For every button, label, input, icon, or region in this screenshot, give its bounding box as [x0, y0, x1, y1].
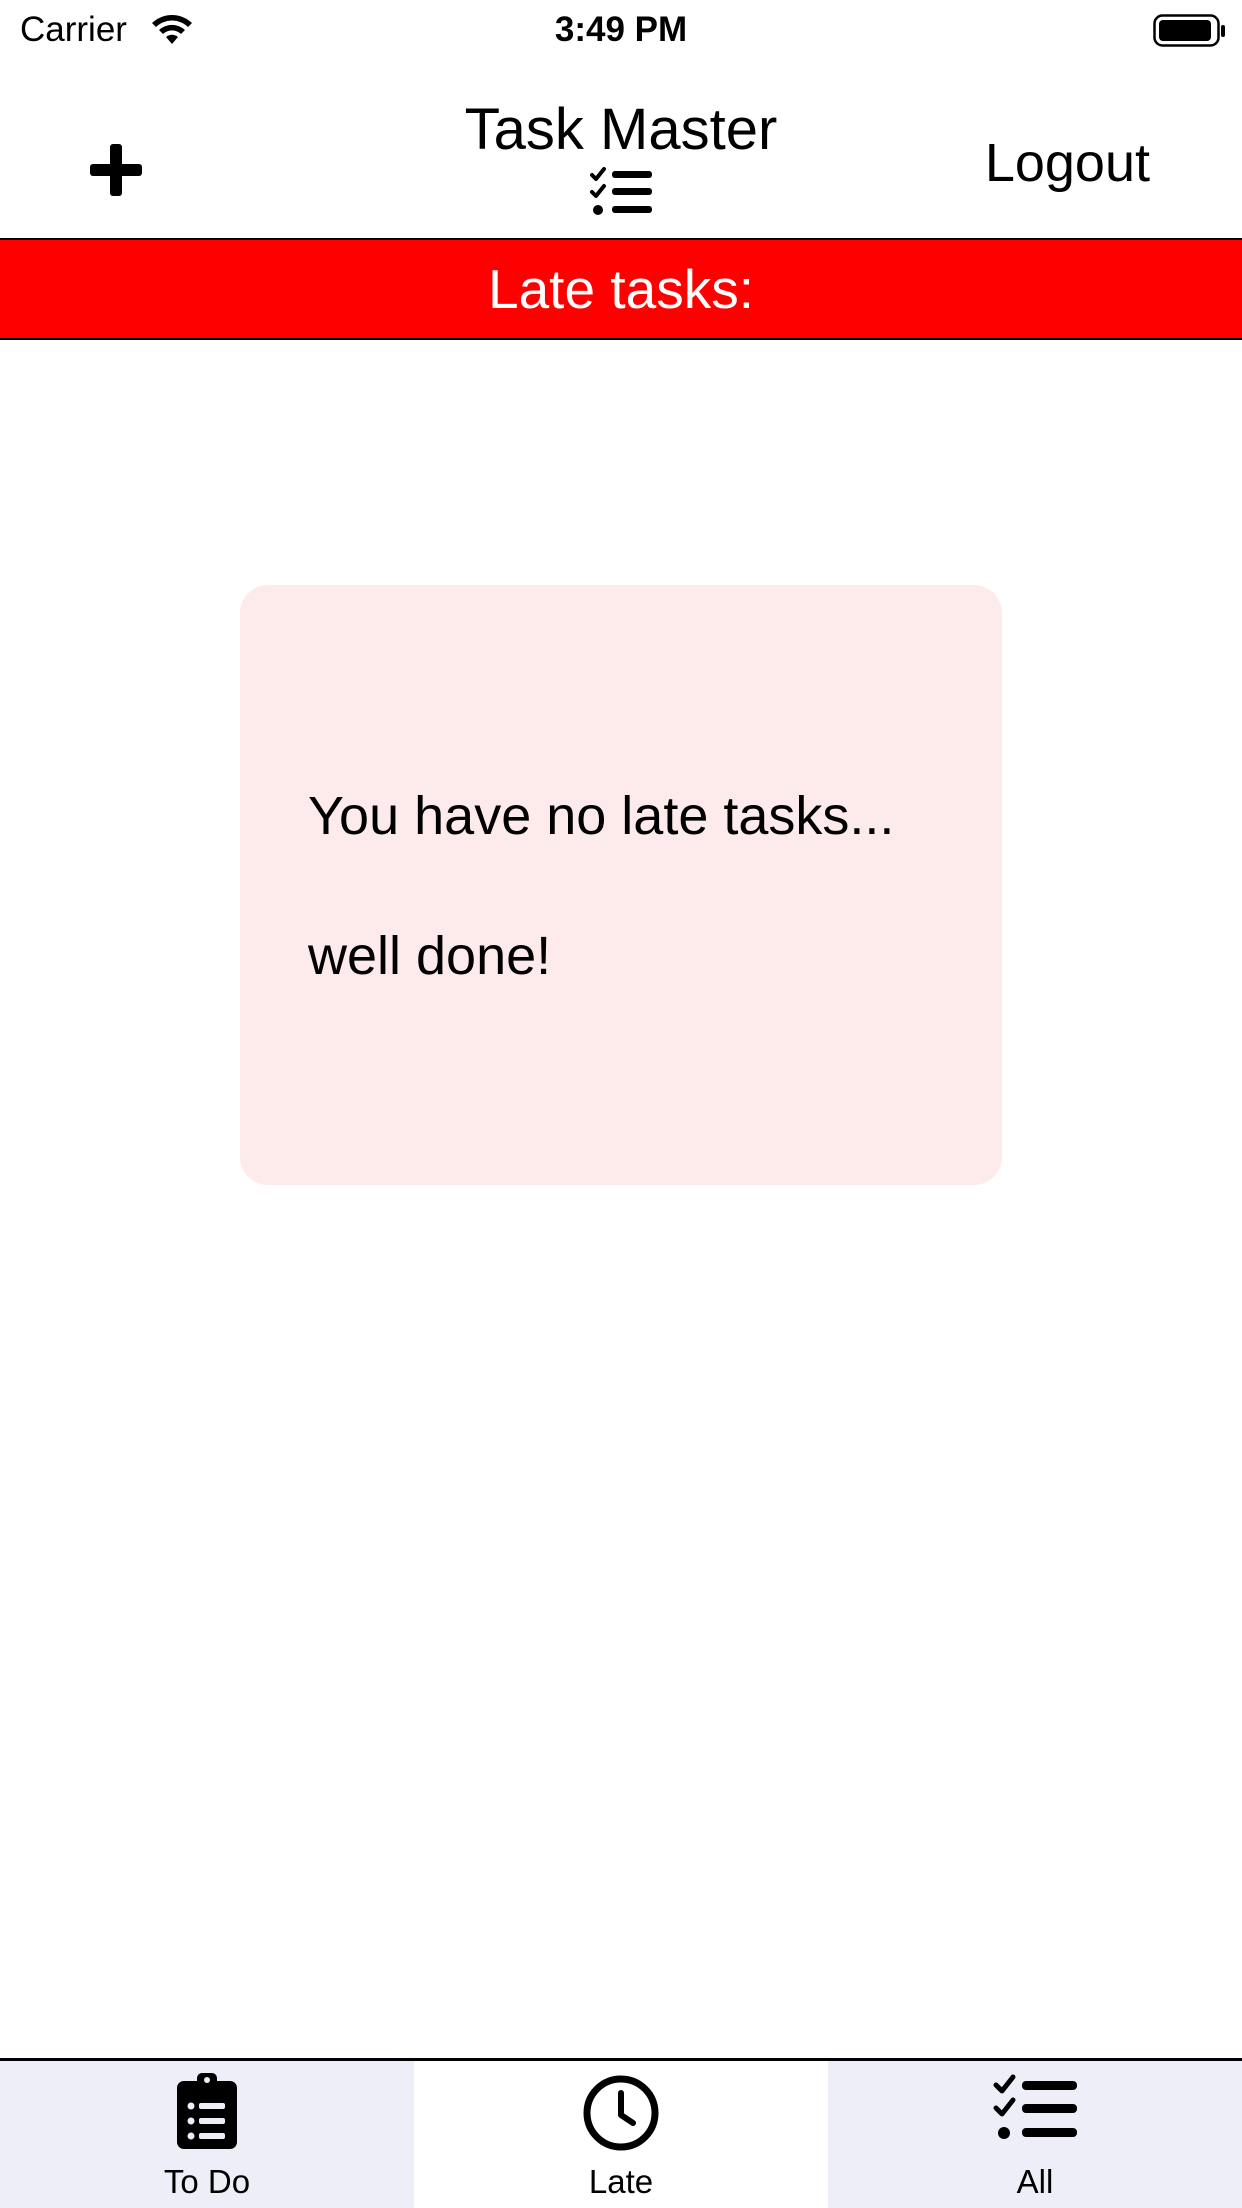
checklist-icon — [590, 166, 652, 223]
tab-to-do[interactable]: To Do — [0, 2061, 414, 2208]
empty-state-subtitle: well done! — [308, 926, 552, 986]
clock-label: 3:49 PM — [554, 10, 688, 49]
tab-label-to-do: To Do — [163, 2163, 251, 2200]
clock-icon — [583, 2075, 659, 2151]
checklist-icon — [993, 2074, 1077, 2139]
status-bar: Carrier 3:49 PM — [0, 0, 1242, 62]
logout-button[interactable]: Logout — [985, 132, 1150, 194]
empty-state-card: You have no late tasks... well done! — [240, 585, 1002, 1185]
tab-all[interactable]: All — [828, 2061, 1242, 2208]
clipboard-list-icon — [177, 2073, 237, 2149]
navigation-bar: Task Master Logout — [0, 62, 1242, 238]
tab-label-all: All — [1016, 2163, 1054, 2200]
tab-bar: To Do Late All — [0, 2058, 1242, 2208]
tab-late[interactable]: Late — [414, 2061, 828, 2208]
battery-icon — [1153, 14, 1227, 53]
empty-state-message: You have no late tasks... — [308, 786, 895, 846]
late-tasks-banner: Late tasks: — [0, 238, 1242, 340]
tab-label-late: Late — [588, 2163, 654, 2200]
